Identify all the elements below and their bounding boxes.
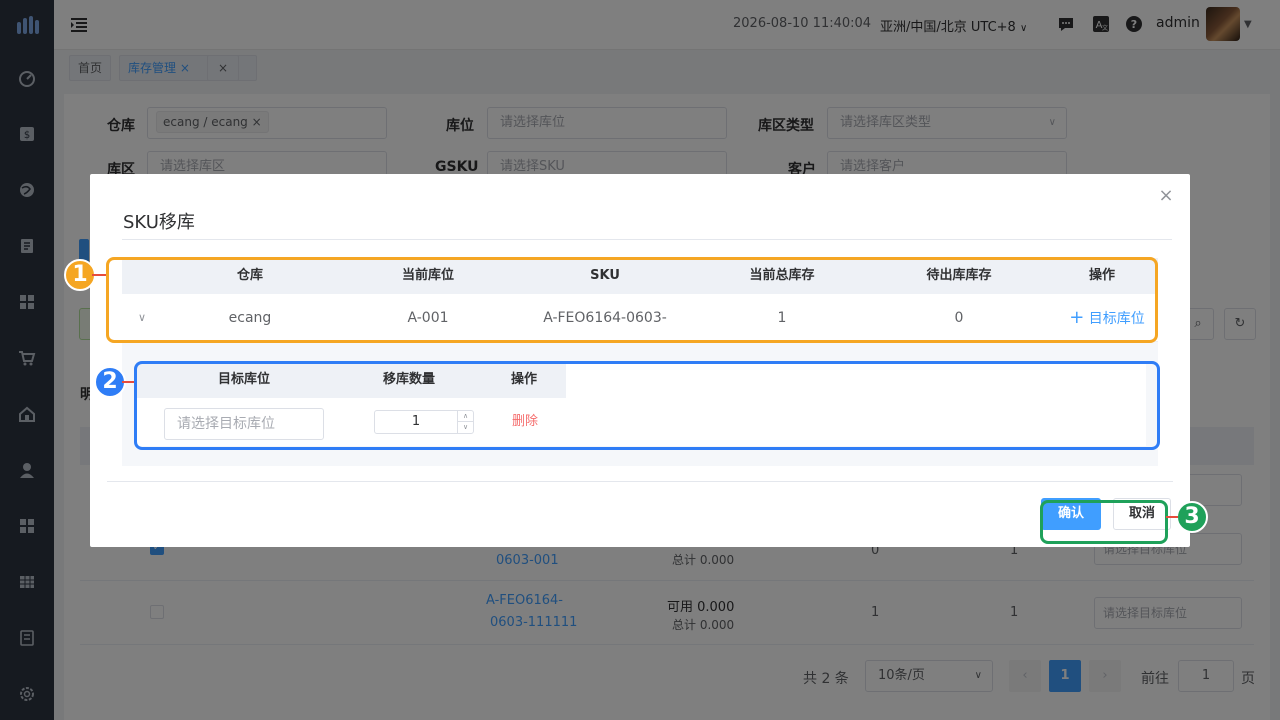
annotation-arrow-3 [1166,516,1178,518]
annotation-arrow-1 [92,274,106,276]
annotation-badge-3: 3 [1176,501,1208,533]
close-icon[interactable]: × [1158,187,1174,205]
annotation-arrow-2 [122,381,134,383]
annotation-box-2 [134,361,1160,450]
footer-divider [107,481,1173,482]
annotation-box-1 [106,257,1158,343]
annotation-box-3 [1040,500,1168,544]
divider [122,239,1172,240]
dialog-title: SKU移库 [123,212,195,233]
